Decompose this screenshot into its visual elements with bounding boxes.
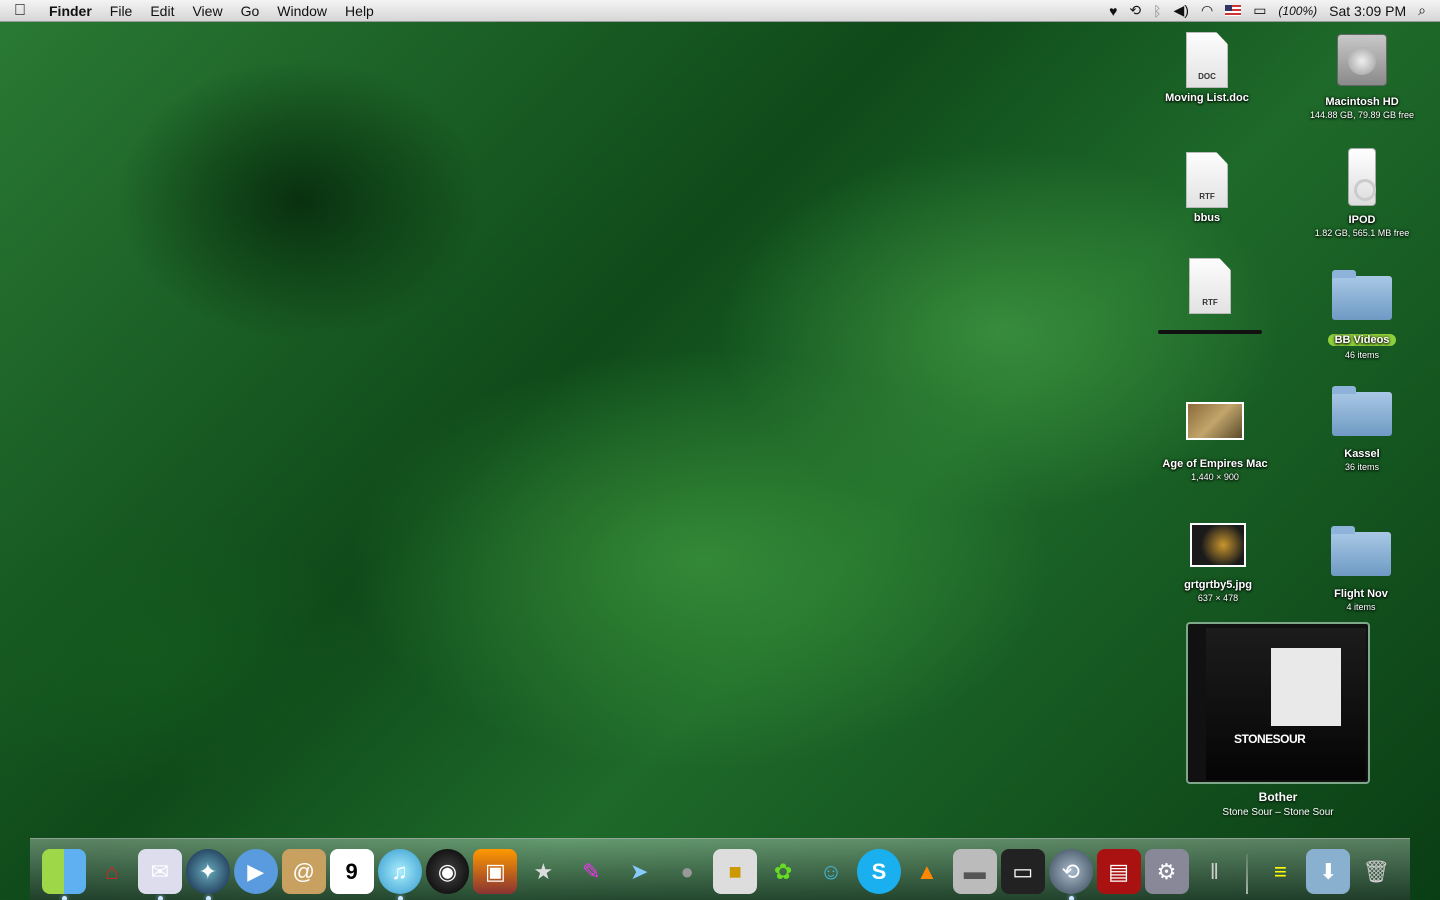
- disk-name: IPOD: [1348, 214, 1376, 226]
- album-cover: STONESOUR: [1206, 628, 1366, 780]
- toaster-app-icon[interactable]: ■: [713, 849, 758, 894]
- trash-icon[interactable]: 🗑: [1354, 849, 1398, 894]
- disk-info: 1.82 GB, 565.1 MB free: [1314, 228, 1410, 238]
- vlc-icon[interactable]: ▲: [905, 849, 949, 894]
- menu-window[interactable]: Window: [268, 3, 336, 19]
- dock-separator: [1246, 854, 1249, 894]
- rtf-file-icon: RTF: [1186, 152, 1228, 208]
- file-name: bbus: [1193, 212, 1221, 224]
- menu-file[interactable]: File: [101, 3, 142, 19]
- rtf-file-icon: RTF: [1189, 258, 1231, 314]
- folder-name: Flight Nov: [1334, 588, 1388, 600]
- clock[interactable]: Sat 3:09 PM: [1329, 3, 1406, 19]
- downloads-folder-icon[interactable]: ⬇: [1306, 849, 1351, 894]
- spotlight-search-icon[interactable]: ⌕: [1418, 2, 1426, 19]
- folder-info: 46 items: [1344, 350, 1379, 360]
- folder-info: 36 items: [1344, 462, 1379, 472]
- skype-icon[interactable]: S: [856, 849, 901, 894]
- menu-finder[interactable]: Finder: [40, 3, 101, 19]
- menu-go[interactable]: Go: [232, 3, 269, 19]
- file-name-redacted: [1158, 330, 1262, 334]
- battery-icon[interactable]: ▭: [1253, 2, 1266, 19]
- menu-bar:  Finder File Edit View Go Window Help ♥…: [0, 0, 1440, 22]
- file-name: Moving List.doc: [1165, 92, 1249, 104]
- desktop-file-rtf[interactable]: RTF: [1145, 258, 1275, 334]
- volume-icon[interactable]: ◀): [1174, 2, 1189, 19]
- icq-icon[interactable]: ✿: [761, 849, 805, 894]
- fish-app-icon[interactable]: ➤: [617, 849, 661, 894]
- dock: ⌂ ✉ ✦ ▶ @ 9 ♫ ◉ ▣ ★ ✎ ➤ ● ■ ✿ ☺ S ▲ ▬ ▭ …: [30, 838, 1410, 900]
- wifi-icon[interactable]: ◠: [1201, 2, 1213, 19]
- stack-icon[interactable]: ≡: [1258, 849, 1302, 894]
- desktop-file-grtgrtby5[interactable]: grtgrtby5.jpg 637 × 478: [1153, 523, 1283, 603]
- ipod-icon: [1348, 148, 1376, 206]
- comic-life-icon[interactable]: ✎: [569, 849, 613, 894]
- folder-name: BB Videos: [1327, 334, 1397, 346]
- album-art-widget[interactable]: STONESOUR: [1186, 622, 1370, 784]
- now-playing-caption: Bother Stone Sour – Stone Sour: [1186, 790, 1370, 818]
- desktop-file-moving-list[interactable]: DOC Moving List.doc: [1142, 32, 1272, 104]
- disk-info: 144.88 GB, 79.89 GB free: [1309, 110, 1415, 120]
- hard-disk-app-icon[interactable]: ▬: [952, 849, 997, 894]
- hard-drive-icon: [1337, 34, 1387, 86]
- us-flag-icon[interactable]: [1225, 5, 1242, 16]
- desktop-folder-kassel[interactable]: Kassel 36 items: [1297, 384, 1427, 472]
- desktop-file-age-of-empires[interactable]: Age of Empires Mac 1,440 × 900: [1150, 402, 1280, 482]
- itunes-icon[interactable]: ♫: [377, 849, 422, 900]
- desktop-disk-macintosh-hd[interactable]: Macintosh HD 144.88 GB, 79.89 GB free: [1297, 34, 1427, 120]
- time-machine-icon[interactable]: ⟲: [1129, 2, 1141, 19]
- file-name: Age of Empires Mac: [1162, 458, 1268, 470]
- artist-album: Stone Sour – Stone Sour: [1222, 807, 1334, 818]
- file-info: 637 × 478: [1197, 593, 1239, 603]
- image-thumbnail: [1186, 402, 1244, 440]
- status-area: ♥ ⟲ ᛒ ◀) ◠ ▭ (100%) Sat 3:09 PM ⌕: [1109, 2, 1440, 19]
- desktop-disk-ipod[interactable]: IPOD 1.82 GB, 565.1 MB free: [1297, 148, 1427, 238]
- cover-paper-image: [1271, 648, 1341, 726]
- disk-name: Macintosh HD: [1325, 96, 1399, 108]
- menu-help[interactable]: Help: [336, 3, 383, 19]
- menu-view[interactable]: View: [183, 3, 231, 19]
- time-machine-dock-icon[interactable]: ⟲: [1048, 849, 1093, 900]
- imovie-icon[interactable]: ★: [521, 849, 565, 894]
- game-console-icon[interactable]: ▭: [1000, 849, 1045, 894]
- ical-icon[interactable]: 9: [329, 849, 374, 894]
- band-logo: STONESOUR: [1234, 732, 1306, 746]
- file-name: grtgrtby5.jpg: [1184, 579, 1252, 591]
- system-preferences-icon[interactable]: ⚙: [1144, 849, 1189, 894]
- parallels-icon[interactable]: ‖: [1193, 849, 1237, 894]
- desktop-file-bbus[interactable]: RTF bbus: [1142, 152, 1272, 224]
- chair-app-icon[interactable]: ⌂: [90, 849, 134, 894]
- folder-icon: [1331, 526, 1391, 576]
- safari-icon[interactable]: ✦: [185, 849, 230, 900]
- red-app-icon[interactable]: ▤: [1096, 849, 1141, 894]
- folder-icon: [1332, 386, 1392, 436]
- desktop-folder-flight-nov[interactable]: Flight Nov 4 items: [1296, 524, 1426, 612]
- ichat-icon[interactable]: ▶: [233, 849, 278, 894]
- folder-icon: [1332, 270, 1392, 320]
- photo-booth-icon[interactable]: ◉: [425, 849, 470, 894]
- bluetooth-icon[interactable]: ᛒ: [1153, 3, 1161, 19]
- finder-icon[interactable]: [42, 849, 86, 900]
- apple-menu-icon[interactable]: : [0, 2, 40, 20]
- desktop-folder-bb-videos[interactable]: BB Videos 46 items: [1297, 268, 1427, 360]
- file-info: 1,440 × 900: [1191, 472, 1239, 482]
- folder-info: 4 items: [1346, 602, 1376, 612]
- doc-file-icon: DOC: [1186, 32, 1228, 88]
- iphoto-icon[interactable]: ▣: [473, 849, 518, 894]
- gimp-icon[interactable]: ●: [665, 849, 709, 894]
- mail-stamp-icon[interactable]: ✉: [137, 849, 182, 900]
- battery-percent: (100%): [1278, 3, 1318, 18]
- menu-edit[interactable]: Edit: [141, 3, 183, 19]
- image-thumbnail: [1190, 523, 1246, 567]
- address-book-icon[interactable]: @: [281, 849, 326, 894]
- heart-icon[interactable]: ♥: [1109, 3, 1117, 19]
- messenger-icon[interactable]: ☺: [809, 849, 853, 894]
- track-title: Bother: [1258, 790, 1298, 804]
- folder-name: Kassel: [1344, 448, 1380, 460]
